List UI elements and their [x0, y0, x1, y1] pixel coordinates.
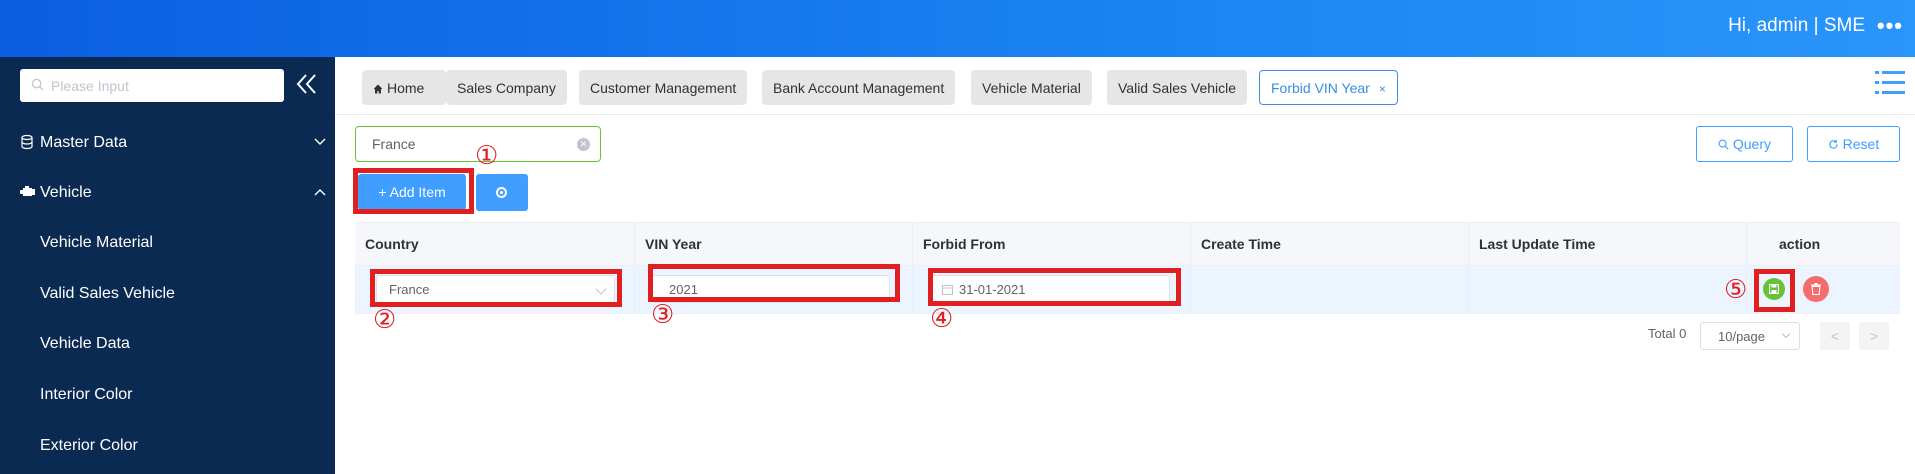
annotation-4: ④ [930, 304, 954, 334]
tab-label: Valid Sales Vehicle [1118, 80, 1237, 96]
tab-bank-account-management[interactable]: Bank Account Management [762, 70, 956, 105]
sidebar-search-placeholder: Please Input [51, 78, 129, 94]
sidebar: Please Input Master Data Vehicle Vehicle… [0, 57, 335, 474]
collapse-sidebar-icon[interactable] [296, 71, 318, 97]
sidebar-subitem-interior-color[interactable]: Interior Color [0, 375, 335, 415]
trash-icon [1811, 283, 1821, 295]
pagination-total: Total 0 [1648, 326, 1687, 341]
page-size-select[interactable]: 10/page [1700, 322, 1800, 350]
sidebar-item-label: Master Data [40, 134, 128, 151]
country-filter-value: France [372, 136, 416, 152]
tab-vehicle-material[interactable]: Vehicle Material [971, 70, 1092, 105]
query-button[interactable]: Query [1696, 126, 1793, 162]
table-header: Country VIN Year Forbid From Create Time… [355, 222, 1900, 267]
column-header-last-update-time: Last Update Time [1469, 223, 1747, 267]
save-button[interactable] [1763, 278, 1785, 300]
chevron-down-icon [1781, 329, 1791, 339]
settings-button[interactable] [476, 174, 528, 211]
highlight-box-add [353, 168, 474, 214]
annotation-2: ② [373, 305, 397, 335]
sidebar-subitem-label: Vehicle Material [40, 234, 153, 251]
column-header-create-time: Create Time [1191, 223, 1469, 267]
cell-create-time [1191, 266, 1469, 314]
sidebar-subitem-label: Valid Sales Vehicle [40, 285, 175, 302]
tabs-bar: Home Sales Company Customer Management B… [335, 57, 1915, 115]
query-label: Query [1732, 136, 1771, 152]
search-icon [31, 78, 44, 91]
sidebar-item-label: Vehicle [40, 184, 92, 201]
tab-label: Sales Company [457, 80, 556, 96]
annotation-5: ⑤ [1724, 275, 1748, 305]
next-page-button[interactable]: > [1859, 322, 1889, 350]
sidebar-search-input[interactable]: Please Input [20, 69, 284, 102]
tab-label: Bank Account Management [773, 80, 945, 96]
target-icon [496, 187, 507, 198]
prev-page-button[interactable]: < [1820, 322, 1850, 350]
clear-icon[interactable]: ✕ [577, 138, 590, 151]
highlight-box-forbid-from [928, 268, 1181, 306]
sidebar-subitem-exterior-color[interactable]: Exterior Color [0, 426, 335, 466]
tab-label: Customer Management [590, 80, 737, 96]
sidebar-subitem-vehicle-data[interactable]: Vehicle Data [0, 324, 335, 364]
chevron-up-icon [314, 189, 326, 196]
tab-customer-management[interactable]: Customer Management [579, 70, 748, 105]
page-size-value: 10/page [1718, 329, 1765, 344]
tab-forbid-vin-year[interactable]: Forbid VIN Year × [1259, 70, 1398, 105]
sidebar-subitem-valid-sales-vehicle[interactable]: Valid Sales Vehicle [0, 274, 335, 314]
tab-sales-company[interactable]: Sales Company [446, 70, 567, 105]
top-header: Hi, admin | SME ••• [0, 0, 1915, 57]
close-icon[interactable]: × [1379, 82, 1386, 96]
sidebar-item-master-data[interactable]: Master Data [0, 123, 335, 163]
save-icon [1769, 284, 1779, 294]
chevron-down-icon [314, 138, 326, 145]
highlight-box-country [370, 269, 622, 307]
engine-icon [20, 186, 35, 196]
column-header-forbid-from: Forbid From [913, 223, 1191, 267]
highlight-box-vin-year [648, 264, 900, 302]
tab-label: Forbid VIN Year [1271, 80, 1370, 96]
reset-button[interactable]: Reset [1807, 126, 1900, 162]
database-icon [21, 134, 33, 150]
search-icon [1718, 139, 1729, 150]
annotation-1: ① [475, 141, 499, 171]
home-icon [373, 84, 383, 94]
tab-valid-sales-vehicle[interactable]: Valid Sales Vehicle [1107, 70, 1248, 105]
column-header-vin-year: VIN Year [635, 223, 913, 267]
delete-button[interactable] [1803, 276, 1829, 302]
tab-label: Vehicle Material [982, 80, 1081, 96]
more-menu-icon[interactable]: ••• [1877, 13, 1903, 39]
column-header-country: Country [355, 223, 635, 267]
tab-label: Home [387, 80, 425, 96]
user-greeting[interactable]: Hi, admin | SME [1728, 15, 1865, 37]
column-header-action: action [1779, 236, 1821, 252]
cell-last-update-time [1469, 266, 1747, 314]
sidebar-subitem-label: Interior Color [40, 386, 133, 403]
refresh-icon [1829, 139, 1838, 149]
list-menu-icon[interactable] [1875, 69, 1905, 97]
sidebar-subitem-label: Vehicle Data [40, 335, 130, 352]
annotation-3: ③ [651, 300, 675, 330]
sidebar-subitem-vehicle-material[interactable]: Vehicle Material [0, 223, 335, 263]
sidebar-item-vehicle[interactable]: Vehicle [0, 173, 335, 213]
sidebar-subitem-label: Exterior Color [40, 437, 138, 454]
tab-home[interactable]: Home [362, 70, 446, 105]
reset-label: Reset [1842, 136, 1880, 152]
